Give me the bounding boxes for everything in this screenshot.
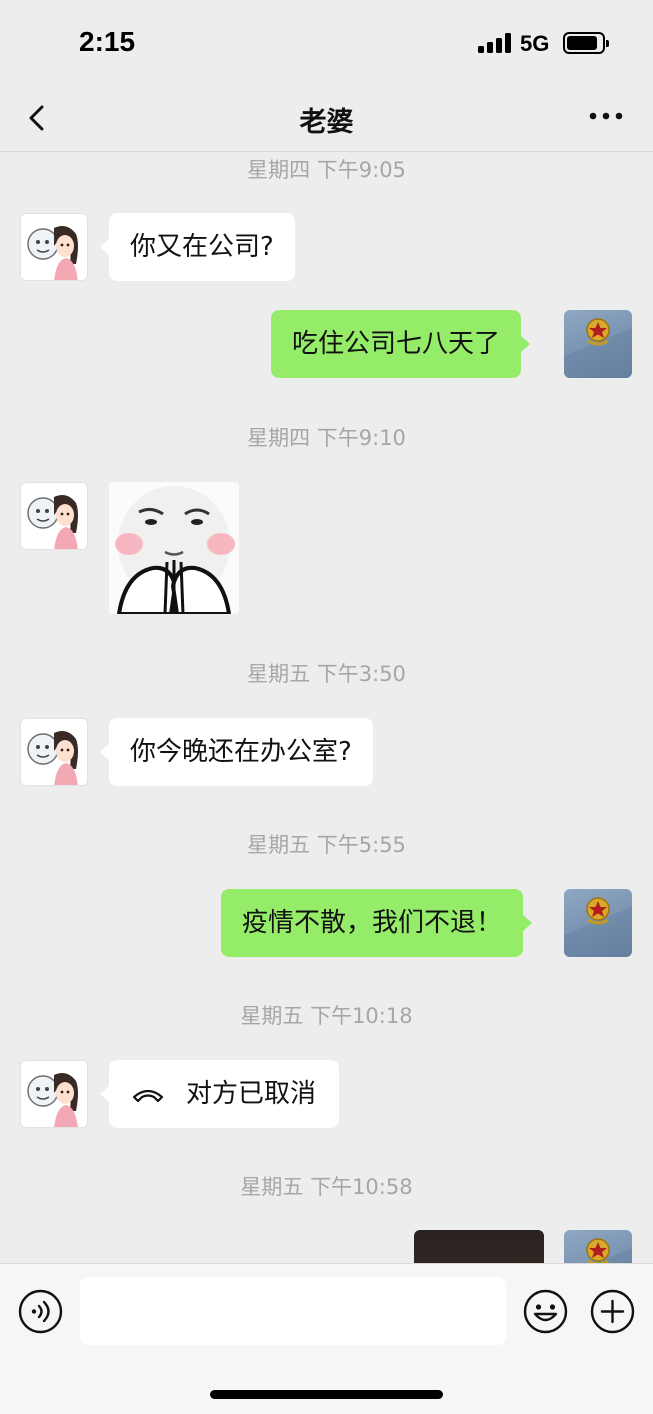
status-time: 2:15 [79, 26, 136, 57]
message-timestamp: 星期四 下午9:05 [247, 158, 406, 182]
contact-avatar[interactable] [20, 1060, 88, 1128]
home-indicator [210, 1390, 443, 1399]
call-status-text: 对方已取消 [186, 1079, 317, 1109]
input-bar [0, 1263, 653, 1414]
battery-icon [563, 32, 609, 54]
network-label: 5G [520, 31, 550, 56]
my-avatar[interactable] [564, 1230, 632, 1263]
call-message-bubble[interactable]: 对方已取消 [99, 1060, 340, 1128]
contact-avatar[interactable] [20, 213, 88, 281]
status-bar: 2:15 5G [0, 0, 653, 88]
phone-hangup-icon [132, 1089, 164, 1103]
message-bubble[interactable]: 吃住公司七八天了 [271, 310, 531, 378]
message-timestamp: 星期五 下午10:58 [240, 1175, 413, 1199]
message-bubble[interactable]: 你又在公司? [100, 213, 295, 281]
emoji-icon[interactable] [523, 1289, 568, 1334]
chat-header: 老婆 [0, 88, 653, 152]
message-timestamp: 星期五 下午10:18 [240, 1004, 413, 1028]
praying-meme-sticker[interactable] [109, 482, 239, 614]
contact-avatar[interactable] [20, 482, 88, 550]
message-text: 你又在公司? [130, 232, 274, 262]
message-timestamp: 星期五 下午3:50 [247, 662, 406, 686]
message-text: 你今晚还在办公室? [130, 737, 352, 767]
signal-icon [478, 33, 512, 53]
message-bubble[interactable]: 你今晚还在办公室? [100, 718, 373, 786]
my-avatar[interactable] [564, 310, 632, 378]
chat-title: 老婆 [299, 107, 354, 138]
message-bubble[interactable]: 疫情不散，我们不退！ [221, 889, 533, 957]
my-avatar[interactable] [564, 889, 632, 957]
image-message[interactable] [414, 1230, 544, 1263]
voice-icon[interactable] [18, 1289, 63, 1334]
message-input[interactable] [80, 1277, 506, 1345]
message-timestamp: 星期五 下午5:55 [247, 833, 406, 857]
contact-avatar[interactable] [20, 718, 88, 786]
message-timestamp: 星期四 下午9:10 [247, 426, 406, 450]
plus-icon[interactable] [590, 1289, 635, 1334]
message-text: 疫情不散，我们不退！ [242, 908, 503, 938]
more-horizontal-icon[interactable] [588, 110, 624, 122]
chat-messages[interactable]: 星期四 下午9:05 你又在公司? 吃住公司七八天了 星期四 下午9:10 星期… [0, 152, 653, 1263]
message-text: 吃住公司七八天了 [292, 329, 501, 359]
